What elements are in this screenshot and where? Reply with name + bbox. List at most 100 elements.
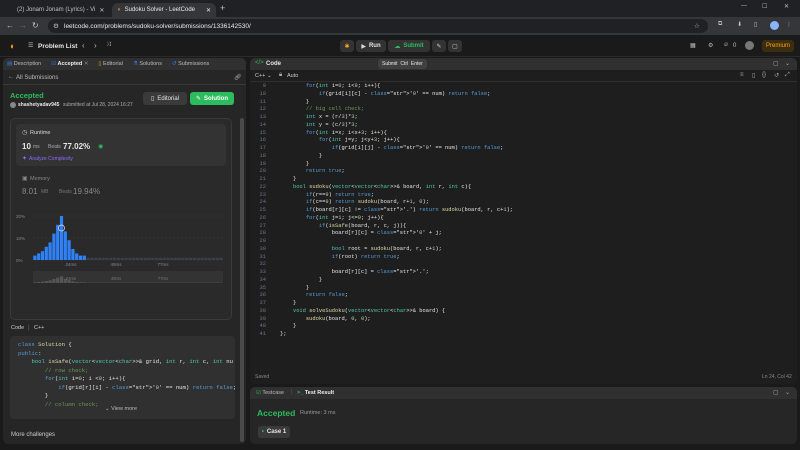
histogram-bar[interactable] <box>173 257 178 260</box>
url-input[interactable]: ⚙ leetcode.com/problems/sudoku-solver/su… <box>48 19 708 33</box>
reload-icon[interactable]: ↻ <box>32 21 39 30</box>
histogram-bar[interactable] <box>185 257 189 260</box>
code-line[interactable]: 31 if(root) return true; <box>250 254 797 262</box>
runtime-distribution-chart[interactable]: 30%20%10%0%24ms49ms77ms24ms49ms77ms <box>11 204 233 319</box>
tab-solutions[interactable]: ⚗ Solutions <box>133 61 162 67</box>
histogram-bar[interactable] <box>166 257 170 260</box>
share-link-icon[interactable]: 🔗︎ <box>234 74 242 81</box>
histogram-bar[interactable] <box>40 251 45 260</box>
code-line[interactable]: 18 } <box>250 153 797 161</box>
leetcode-logo-icon[interactable]: ◖ <box>9 41 14 51</box>
histogram-bar[interactable] <box>75 253 79 260</box>
shuffle-icon[interactable]: ⤨ <box>106 42 111 49</box>
histogram-bar[interactable] <box>124 257 128 260</box>
profile-avatar[interactable] <box>770 21 779 30</box>
runtime-box[interactable]: ◷ Runtime 10 ms Beats 77.02% ◉ ✦ Analyze… <box>16 124 226 166</box>
tab-submissions[interactable]: ↺ Submissions <box>172 61 209 67</box>
code-area[interactable]: 9 for(int i=0; i<9; i++){10 if(grid[i][c… <box>250 83 797 373</box>
code-line[interactable]: 21 } <box>250 176 797 184</box>
code-line[interactable]: 41}; <box>250 331 797 339</box>
premium-button[interactable]: Premium <box>762 40 794 52</box>
histogram-bar[interactable] <box>211 257 216 260</box>
histogram-bar[interactable] <box>139 257 143 260</box>
histogram-bar[interactable] <box>189 257 193 260</box>
code-line[interactable]: 20 return true; <box>250 168 797 176</box>
next-problem-icon[interactable]: › <box>94 41 97 50</box>
solution-button[interactable]: ✎ Solution <box>190 92 234 105</box>
histogram-bar[interactable] <box>33 255 37 260</box>
analyze-complexity-link[interactable]: Analyze Complexity <box>29 156 73 162</box>
whiteboard-button[interactable]: ▢ <box>448 40 462 52</box>
histogram-bar[interactable] <box>97 257 102 260</box>
histogram-bar[interactable] <box>196 257 200 260</box>
histogram-bar[interactable] <box>116 257 121 260</box>
code-line[interactable]: 19 } <box>250 161 797 169</box>
code-line[interactable]: 25 if(board[r][c] != class="str">'.') re… <box>250 207 797 215</box>
editorial-button[interactable]: ▯ Editorial <box>143 92 187 105</box>
histogram-bar[interactable] <box>170 257 174 260</box>
prev-problem-icon[interactable]: ‹ <box>82 41 85 50</box>
histogram-bar[interactable] <box>181 257 185 260</box>
histogram-bar[interactable] <box>52 233 56 260</box>
code-line[interactable]: 29 <box>250 238 797 246</box>
code-line[interactable]: 35 } <box>250 285 797 293</box>
histogram-bar[interactable] <box>219 257 223 260</box>
code-line[interactable]: 15 for(int i=x; i<x+3; i++){ <box>250 130 797 138</box>
histogram-bar[interactable] <box>90 257 94 260</box>
language-select[interactable]: C++ ⌄ <box>255 73 272 79</box>
new-tab-button[interactable]: + <box>220 3 225 13</box>
histogram-bar[interactable] <box>82 255 86 260</box>
histogram-bar[interactable] <box>162 257 166 260</box>
histogram-bar[interactable] <box>147 257 151 260</box>
notes-icon[interactable]: ≡ <box>740 72 744 78</box>
maximize-panel-icon[interactable]: ▢ <box>773 389 779 396</box>
code-line[interactable]: 27 if(isSafe(board, r, c, j)){ <box>250 223 797 231</box>
histogram-bar[interactable] <box>113 257 117 260</box>
histogram-bar[interactable] <box>151 257 155 260</box>
histogram-bar[interactable] <box>105 257 109 260</box>
histogram-bar[interactable] <box>78 255 83 260</box>
histogram-bar[interactable] <box>192 257 197 260</box>
histogram-bar[interactable] <box>177 257 181 260</box>
histogram-bar[interactable] <box>59 216 64 260</box>
code-line[interactable]: 10 if(grid[i][c] - class="str">'0' == nu… <box>250 91 797 99</box>
forward-icon[interactable]: → <box>19 21 27 30</box>
tab-accepted[interactable]: ☑ Accepted ✕ <box>51 61 88 67</box>
histogram-bar[interactable] <box>204 257 208 260</box>
code-line[interactable]: 36 return false; <box>250 292 797 300</box>
code-line[interactable]: 40 } <box>250 323 797 331</box>
back-arrow-icon[interactable]: ← <box>8 74 14 80</box>
bookmark-star-icon[interactable]: ☆ <box>694 22 700 30</box>
histogram-bar[interactable] <box>215 257 219 260</box>
histogram-bar[interactable] <box>109 257 113 260</box>
code-line[interactable]: 28 board[r][c] = class="str">'0' + j; <box>250 230 797 238</box>
extensions-icon[interactable]: ⧉ <box>718 21 722 28</box>
streak-icon[interactable]: 🔥︎ <box>724 42 728 49</box>
downloads-icon[interactable]: ⬇ <box>737 21 742 28</box>
case-1-tab[interactable]: • Case 1 <box>258 426 290 438</box>
left-scrollbar[interactable] <box>240 118 244 442</box>
username[interactable]: shashetyadav945 <box>18 102 59 108</box>
code-line[interactable]: 32 <box>250 261 797 269</box>
code-line[interactable]: 9 for(int i=0; i<9; i++){ <box>250 83 797 91</box>
tab-test-result[interactable]: >_ Test Result <box>297 390 334 396</box>
browser-tab-youtube[interactable]: (2) Jonam Jonam (Lyrics) - Vi ✕ <box>8 3 108 17</box>
problem-list-link[interactable]: Problem List <box>38 43 77 50</box>
histogram-bar[interactable] <box>128 257 132 260</box>
fullscreen-icon[interactable]: ⤢ <box>785 72 790 79</box>
histogram-bar[interactable] <box>48 242 52 260</box>
tab-description[interactable]: ▤ Description <box>7 61 41 67</box>
code-line[interactable]: 12 // big cell check; <box>250 106 797 114</box>
all-submissions-link[interactable]: All Submissions <box>16 75 58 81</box>
close-icon[interactable]: ✕ <box>206 7 211 14</box>
code-line[interactable]: 22 bool sudoku(vector<vector<char>>& boa… <box>250 184 797 192</box>
maximize-panel-icon[interactable]: ▢ <box>773 60 779 67</box>
user-avatar[interactable] <box>745 41 754 50</box>
histogram-bar[interactable] <box>94 257 98 260</box>
code-line[interactable]: 37 } <box>250 300 797 308</box>
histogram-bar[interactable] <box>135 257 140 260</box>
code-line[interactable]: 30 bool root = sudoku(board, r, c+1); <box>250 246 797 254</box>
back-icon[interactable]: ← <box>6 21 14 30</box>
reset-icon[interactable]: ↺ <box>774 72 779 79</box>
histogram-bar[interactable] <box>158 257 162 260</box>
